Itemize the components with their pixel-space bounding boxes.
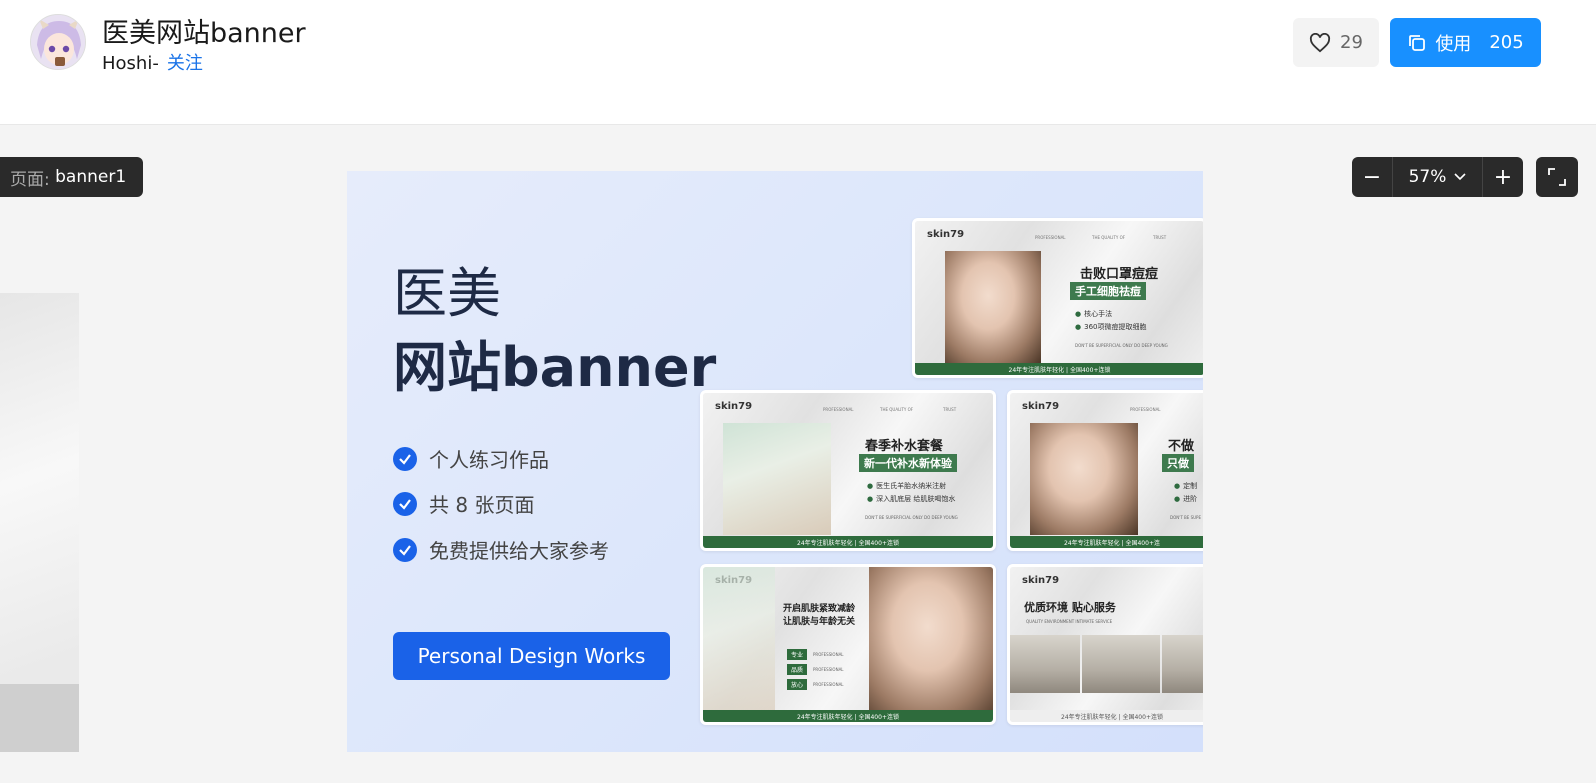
clinic-photo [1082,635,1160,693]
thumb-nav-item: PROFESSIONAL [1130,407,1161,412]
thumb-subheadline: 新一代补水新体验 [859,454,957,472]
banner-artboard[interactable]: 医美 网站banner 个人练习作品 共 8 张页面 免费提供给大家参考 Per… [347,171,1203,752]
thumb-footer: 24年专注肌肤年轻化 | 全国400+连锁 [915,363,1203,375]
template-title: 医美网站banner [102,18,306,49]
follow-link[interactable]: 关注 [167,53,203,74]
author-avatar[interactable] [30,14,86,70]
model-photo [1030,423,1138,535]
brand-logo: skin79 [1022,575,1060,586]
thumb-list-item: 定制 [1174,481,1197,491]
header: 医美网站banner Hoshi- 关注 29 使用 205 [0,0,1596,125]
feature-text: 个人练习作品 [429,448,549,472]
banner-title-line1: 医美 [393,262,501,325]
thumb-headline: 优质环境 贴心服务 [1024,601,1116,614]
use-count: 205 [1489,32,1524,53]
thumb-list-item: 核心手法 [1075,309,1112,319]
thumb-headline: 开启肌肤紧致减龄 [783,604,856,614]
thumb-footer: 24年专注肌肤年轻化 | 全国400+连锁 [703,536,993,548]
like-count: 29 [1340,32,1363,53]
zoom-in-button[interactable]: + [1483,157,1523,197]
check-icon [393,491,417,516]
zoom-level-value: 57% [1408,167,1447,187]
thumb-tag: 专业 [787,649,808,660]
thumb-nav-item: TRUST [1153,235,1167,240]
fullscreen-icon [1548,168,1566,186]
copy-icon [1409,34,1426,51]
zoom-out-button[interactable]: − [1352,157,1392,197]
model-photo [945,251,1041,363]
thumb-slogan: DON'T BE SUPE [1170,515,1201,520]
page-name: banner1 [55,167,127,187]
thumb-list-item: 医生氏羊胎水纳米注射 [867,481,946,491]
thumb-nav-item: PROFESSIONAL [823,407,854,412]
thumb-tag-sub: PROFESSIONAL [813,652,844,657]
thumb-nav-item: THE QUALITY OF [1092,235,1126,240]
use-label: 使用 [1435,33,1472,55]
model-photo [869,567,993,716]
personal-design-works-button: Personal Design Works [393,632,670,680]
check-icon [393,446,417,471]
banner-thumbnail-environment[interactable]: skin79 优质环境 贴心服务 QUALITY ENVIRONMENT INT… [1007,564,1203,725]
thumb-footer: 24年专注肌肤年轻化 | 全国400+连锁 [1010,710,1203,722]
feature-item: 个人练习作品 [393,444,549,473]
banner-thumbnail-custom[interactable]: skin79 PROFESSIONAL 不做 只做 定制 进阶 DON'T BE… [1007,390,1203,551]
banner-thumbnail-hydration[interactable]: skin79 PROFESSIONAL THE QUALITY OF TRUST… [700,390,996,551]
banner-title-line2: 网站banner [393,336,717,399]
thumb-nav-item: TRUST [943,407,957,412]
thumb-list-item: 360项微痘提取细胞 [1075,322,1146,332]
thumb-nav-item: THE QUALITY OF [880,407,914,412]
feature-text: 共 8 张页面 [429,493,535,517]
fullscreen-button[interactable] [1536,157,1578,197]
thumb-slogan: DON'T BE SUPERFICIAL ONLY DO DEEP YOUNG [865,515,958,520]
clinic-photo [1162,635,1203,693]
thumb-slogan: DON'T BE SUPERFICIAL ONLY DO DEEP YOUNG [1075,343,1168,348]
page-label: 页面: [10,169,50,190]
thumb-nav-item: PROFESSIONAL [1035,235,1066,240]
previous-page-preview[interactable] [0,293,79,752]
current-page-indicator[interactable]: 页面: banner1 [0,157,143,197]
banner-thumbnail-firming[interactable]: skin79 开启肌肤紧致减龄 让肌肤与年龄无关 专业 PROFESSIONAL… [700,564,996,725]
avatar-illustration [31,15,85,69]
thumb-tag: 放心 [787,679,808,690]
thumb-headline: 让肌肤与年龄无关 [783,617,856,627]
thumb-slogan: QUALITY ENVIRONMENT INTIMATE SERVICE [1026,619,1113,624]
thumb-tag: 品质 [787,664,808,675]
author-line: Hoshi- 关注 [102,49,203,75]
brand-logo: skin79 [927,229,965,240]
brand-logo: skin79 [1022,401,1060,412]
thumb-list-item: 进阶 [1174,494,1197,504]
thumb-list-item: 深入肌底层 给肌肤喝饱水 [867,494,955,504]
feature-text: 免费提供给大家参考 [429,539,609,563]
thumb-footer: 24年专注肌肤年轻化 | 全国400+连锁 [703,710,993,722]
thumb-headline: 春季补水套餐 [865,439,944,454]
thumb-headline: 击败口罩痘痘 [1080,267,1159,282]
use-template-button[interactable]: 使用 205 [1390,18,1541,67]
thumb-subheadline: 只做 [1162,454,1194,472]
banner-thumbnail-acne[interactable]: skin79 PROFESSIONAL THE QUALITY OF TRUST… [912,218,1203,378]
thumb-tag-sub: PROFESSIONAL [813,682,844,687]
thumb-footer: 24年专注肌肤年轻化 | 全国400+连 [1010,536,1203,548]
heart-icon [1310,32,1331,52]
author-name[interactable]: Hoshi- [102,53,159,74]
thumb-headline: 不做 [1168,439,1195,454]
feature-item: 共 8 张页面 [393,489,534,518]
chevron-down-icon [1454,173,1466,181]
thumb-subheadline: 手工细胞祛痘 [1070,282,1146,300]
like-button[interactable]: 29 [1293,18,1379,67]
brand-logo: skin79 [715,401,753,412]
model-photo [723,423,831,535]
zoom-control: − 57% + [1352,157,1523,197]
check-icon [393,537,417,562]
zoom-level-dropdown[interactable]: 57% [1392,157,1483,197]
thumb-tag-sub: PROFESSIONAL [813,667,844,672]
feature-item: 免费提供给大家参考 [393,535,609,564]
preview-footer-block [0,684,79,752]
clinic-photo [1010,635,1080,693]
treatment-photo [703,567,775,716]
